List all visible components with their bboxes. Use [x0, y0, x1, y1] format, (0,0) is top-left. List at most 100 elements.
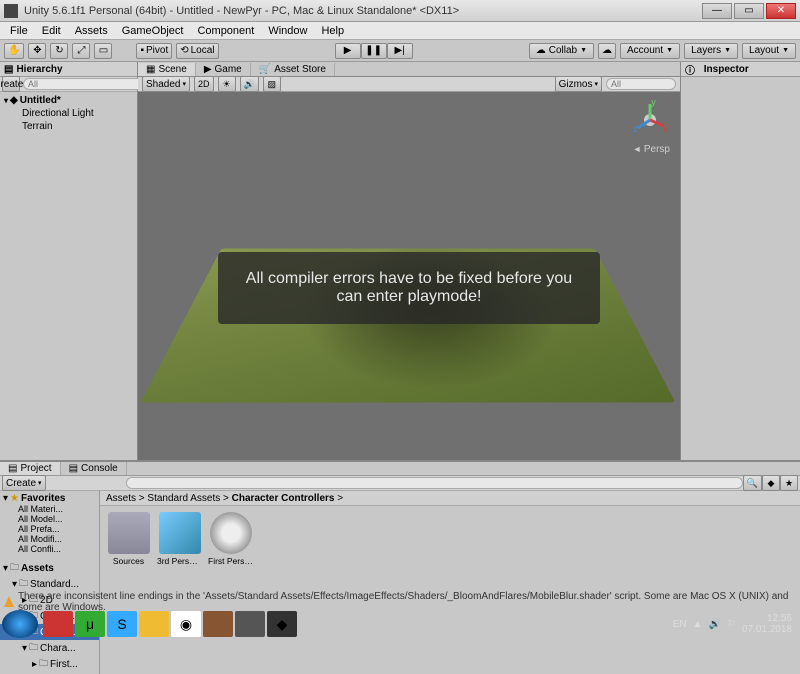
hierarchy-panel: ▤Hierarchy Create ▾ ▾◆Untitled* Directio…	[0, 62, 138, 460]
window-titlebar: Unity 5.6.1f1 Personal (64bit) - Untitle…	[0, 0, 800, 22]
gizmos-dropdown[interactable]: Gizmos ▾	[555, 76, 602, 92]
inspector-tab[interactable]: ⓘ Inspector	[681, 62, 800, 77]
taskbar-app-icon[interactable]: μ	[75, 611, 105, 637]
lang-indicator[interactable]: EN	[673, 619, 687, 630]
layout-dropdown[interactable]: Layout▼	[742, 43, 796, 59]
asset-browser: Assets > Standard Assets > Character Con…	[100, 491, 800, 674]
hierarchy-item[interactable]: Directional Light	[0, 107, 137, 120]
light-toggle[interactable]: ☀	[218, 76, 236, 92]
audio-toggle[interactable]: 🔊	[240, 76, 259, 92]
taskbar-app-icon[interactable]	[203, 611, 233, 637]
tab-asset-store[interactable]: 🛒Asset Store	[251, 63, 335, 76]
project-icon: ▤	[8, 463, 17, 474]
project-sidebar: ▾★Favorites All Materi... All Model... A…	[0, 491, 100, 674]
menu-window[interactable]: Window	[262, 24, 313, 38]
scene-icon: ▦	[146, 64, 155, 75]
tool-move[interactable]: ✥	[28, 43, 46, 59]
taskbar-app-icon[interactable]	[43, 611, 73, 637]
filter-icon[interactable]: 🔍	[743, 475, 762, 491]
favorites-header[interactable]: ▾★Favorites	[0, 493, 99, 504]
menu-gameobject[interactable]: GameObject	[116, 24, 190, 38]
store-icon: 🛒	[259, 64, 271, 75]
tray-icon[interactable]: ▲	[693, 619, 703, 630]
favorite-item[interactable]: All Model...	[0, 514, 99, 524]
project-create-button[interactable]: Create ▾	[2, 475, 46, 491]
tool-scale[interactable]: ⤢	[72, 43, 90, 59]
menu-file[interactable]: File	[4, 24, 34, 38]
step-button[interactable]: ▶|	[387, 43, 413, 59]
tool-rotate[interactable]: ↻	[50, 43, 68, 59]
menu-assets[interactable]: Assets	[69, 24, 114, 38]
menu-component[interactable]: Component	[191, 24, 260, 38]
flag-icon[interactable]: ⚐	[727, 619, 736, 630]
cloud-button[interactable]: ☁	[598, 43, 616, 59]
favorite-item[interactable]: All Prefa...	[0, 524, 99, 534]
tab-console[interactable]: ▤Console	[61, 462, 127, 475]
hierarchy-scene-root[interactable]: ▾◆Untitled*	[0, 94, 137, 107]
scene-panel: ▦Scene ▶Game 🛒Asset Store Shaded ▾ 2D ☀ …	[138, 62, 680, 460]
prefab-icon	[159, 512, 201, 554]
2d-toggle[interactable]: 2D	[194, 76, 214, 92]
volume-icon[interactable]: 🔊	[709, 619, 721, 630]
filter-type-icon[interactable]: ◆	[762, 475, 780, 491]
breadcrumb-item[interactable]: Standard Assets	[147, 493, 220, 504]
asset-tree-item[interactable]: ▸🗀 First...	[0, 656, 99, 672]
projection-label[interactable]: ◄ Persp	[632, 144, 670, 155]
asset-tree-item[interactable]: ▾🗀 Chara...	[0, 640, 99, 656]
breadcrumb: Assets > Standard Assets > Character Con…	[100, 491, 800, 506]
taskbar-app-icon[interactable]	[139, 611, 169, 637]
tab-project[interactable]: ▤Project	[0, 462, 61, 475]
tab-game[interactable]: ▶Game	[196, 63, 251, 76]
hierarchy-tab[interactable]: ▤Hierarchy	[0, 62, 137, 77]
local-icon: ⟲	[180, 45, 188, 56]
favorite-item[interactable]: All Materi...	[0, 504, 99, 514]
taskbar-chrome-icon[interactable]: ◉	[171, 611, 201, 637]
window-close-button[interactable]: ✕	[766, 3, 796, 19]
tab-scene[interactable]: ▦Scene	[138, 63, 196, 76]
folder-icon	[108, 512, 150, 554]
collab-dropdown[interactable]: ☁Collab▼	[529, 43, 594, 59]
game-icon: ▶	[204, 64, 212, 75]
filter-star-icon[interactable]: ★	[780, 475, 798, 491]
scene-search-input[interactable]	[606, 78, 676, 90]
window-minimize-button[interactable]: —	[702, 3, 732, 19]
pause-button[interactable]: ❚❚	[361, 43, 387, 59]
hierarchy-create-button[interactable]: Create ▾	[2, 76, 20, 92]
taskbar-skype-icon[interactable]: S	[107, 611, 137, 637]
project-panel: ▤Project ▤Console Create ▾ 🔍 ◆ ★ ▾★Favor…	[0, 460, 800, 594]
orientation-gizmo[interactable]: yxz	[630, 100, 670, 140]
menubar: File Edit Assets GameObject Component Wi…	[0, 22, 800, 40]
system-tray[interactable]: EN ▲ 🔊 ⚐ 12:56 07.01.2018	[667, 613, 798, 635]
layers-dropdown[interactable]: Layers▼	[684, 43, 738, 59]
status-bar[interactable]: There are inconsistent line endings in t…	[0, 594, 800, 608]
scene-viewport[interactable]: yxz ◄ Persp All compiler errors have to …	[138, 92, 680, 460]
favorite-item[interactable]: All Modifi...	[0, 534, 99, 544]
tool-rect[interactable]: ▭	[94, 43, 112, 59]
shading-dropdown[interactable]: Shaded ▾	[142, 76, 190, 92]
svg-text:z: z	[633, 124, 638, 135]
pivot-toggle[interactable]: ▪Pivot	[136, 43, 172, 59]
compiler-error-overlay: All compiler errors have to be fixed bef…	[218, 252, 600, 324]
window-maximize-button[interactable]: ▭	[734, 3, 764, 19]
hierarchy-search-input[interactable]	[23, 78, 150, 90]
tool-hand[interactable]: ✋	[4, 43, 24, 59]
start-button[interactable]	[2, 610, 38, 638]
menu-edit[interactable]: Edit	[36, 24, 67, 38]
breadcrumb-item[interactable]: Assets	[106, 493, 136, 504]
taskbar-app-icon[interactable]	[235, 611, 265, 637]
menu-help[interactable]: Help	[315, 24, 350, 38]
play-button[interactable]: ▶	[335, 43, 361, 59]
account-dropdown[interactable]: Account▼	[620, 43, 680, 59]
favorite-item[interactable]: All Confli...	[0, 544, 99, 554]
local-toggle[interactable]: ⟲Local	[176, 43, 218, 59]
hierarchy-item[interactable]: Terrain	[0, 120, 137, 133]
taskbar-unity-icon[interactable]: ◆	[267, 611, 297, 637]
assets-header[interactable]: ▾🗀 Assets	[0, 560, 99, 576]
unity-icon: ◆	[10, 95, 18, 106]
project-search-input[interactable]	[126, 477, 743, 489]
breadcrumb-current: Character Controllers	[232, 493, 335, 504]
clock[interactable]: 12:56 07.01.2018	[742, 613, 792, 635]
hierarchy-icon: ▤	[4, 64, 13, 75]
pivot-icon: ▪	[140, 45, 144, 56]
fx-toggle[interactable]: ▨	[263, 76, 281, 92]
